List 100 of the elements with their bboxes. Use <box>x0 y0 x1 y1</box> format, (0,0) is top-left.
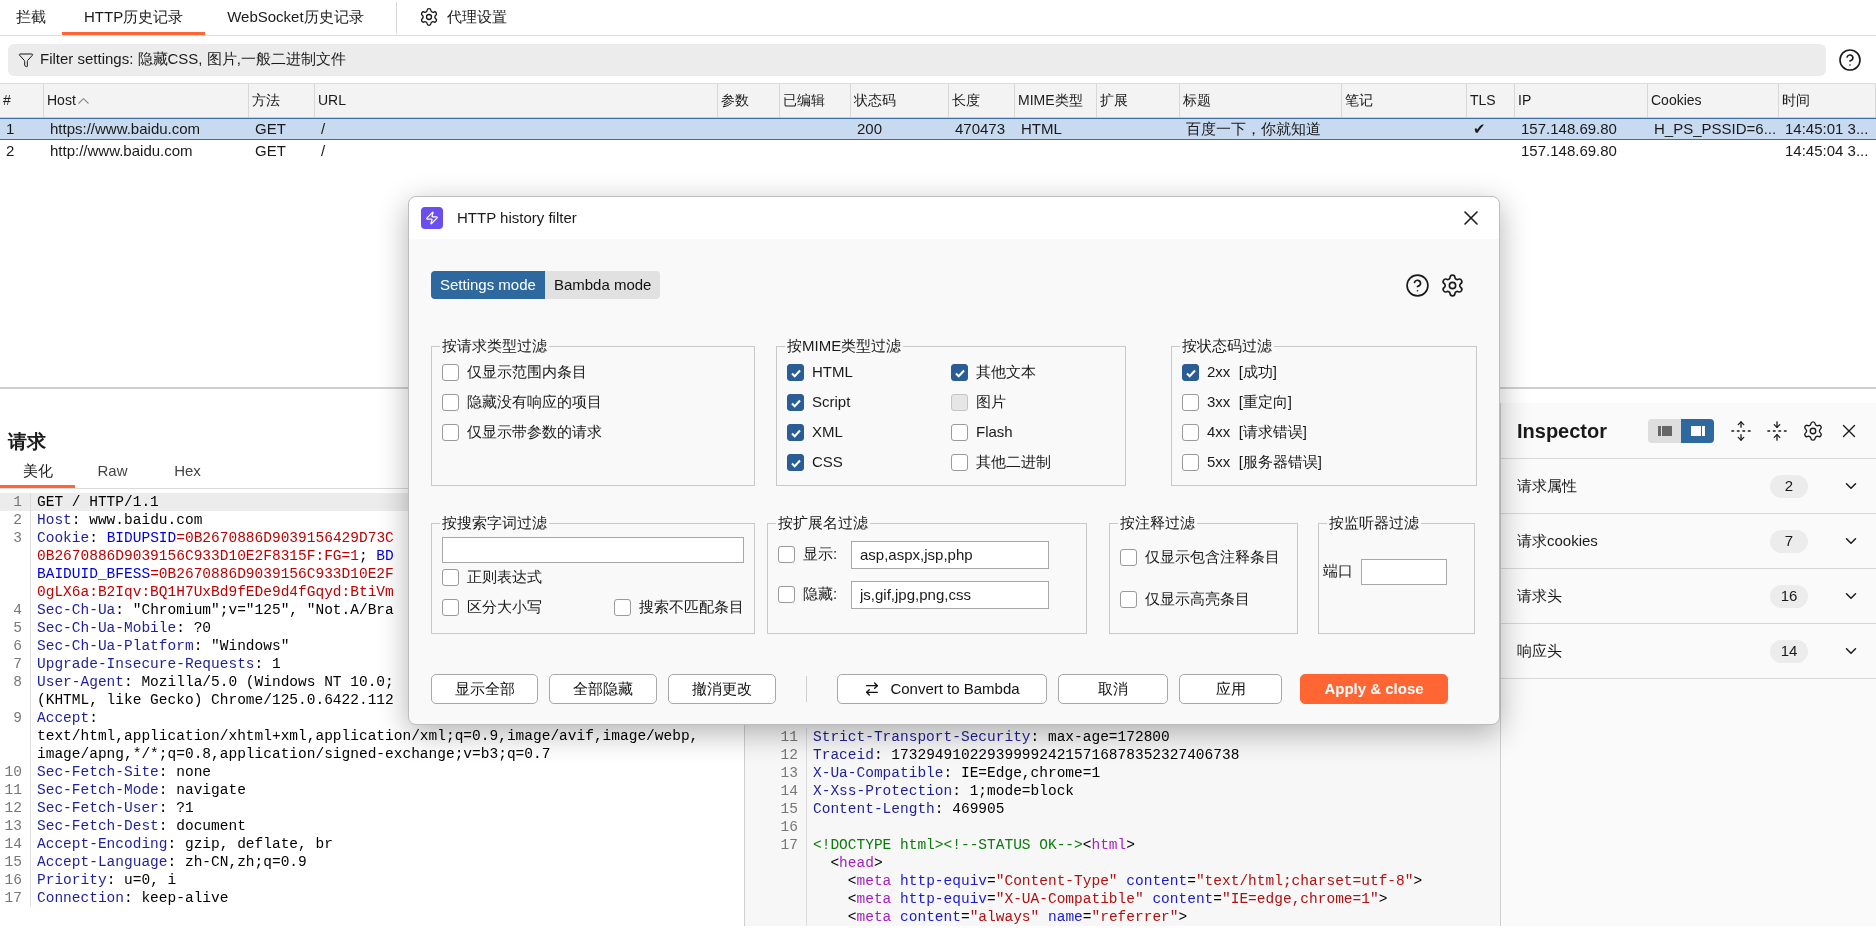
column-header[interactable]: Cookies <box>1648 84 1779 117</box>
inspector-section[interactable]: 请求cookies 7 <box>1501 514 1876 569</box>
mode-tab[interactable]: Settings mode <box>431 271 545 299</box>
column-header[interactable]: 笔记 <box>1342 84 1467 117</box>
table-cell: 200 <box>857 119 883 137</box>
checkbox[interactable] <box>951 424 968 441</box>
checkbox[interactable] <box>442 424 459 441</box>
inspector-section[interactable]: 请求头 16 <box>1501 569 1876 624</box>
table-cell: 2 <box>6 141 15 159</box>
column-header[interactable]: IP <box>1515 84 1648 117</box>
settings-icon[interactable] <box>1440 272 1465 298</box>
code-line: Cookie: BIDUPSID=0B2670886D9039156429D73C <box>37 530 394 546</box>
code-line: Priority: u=0, i <box>37 872 177 888</box>
checkbox[interactable] <box>442 569 459 586</box>
checkbox[interactable] <box>787 394 804 411</box>
checkbox-label: 搜索不匹配条目 <box>639 597 744 618</box>
search-field[interactable] <box>442 536 744 563</box>
checkbox[interactable] <box>614 599 631 616</box>
column-header[interactable]: 标题 <box>1180 84 1342 117</box>
settings-icon[interactable] <box>1802 419 1824 442</box>
dialog-button[interactable]: 取消 <box>1058 674 1168 704</box>
checkbox[interactable] <box>442 364 459 381</box>
layout-toggle[interactable] <box>1648 418 1714 443</box>
tab[interactable]: 美化 <box>0 458 75 488</box>
line-number: 12 <box>780 747 798 763</box>
code-line: Sec-Ch-Ua-Platform: "Windows" <box>37 638 290 654</box>
column-header[interactable]: MIME类型 <box>1015 84 1097 117</box>
help-icon[interactable] <box>1405 272 1430 298</box>
code-line: Content-Length: 469905 <box>813 801 1005 817</box>
code-line: 0B2670886D9039156C933D10E2F8315F:FG=1; BD <box>37 548 394 564</box>
column-header[interactable]: TLS <box>1467 84 1515 117</box>
column-header[interactable]: # <box>0 84 44 117</box>
column-header[interactable]: 长度 <box>949 84 1015 117</box>
line-number: 11 <box>780 729 798 745</box>
tab[interactable]: WebSocket历史记录 <box>205 2 386 35</box>
column-header[interactable]: 扩展 <box>1097 84 1180 117</box>
checkbox[interactable] <box>951 454 968 471</box>
input-field[interactable]: js,gif,jpg,png,css <box>851 580 1049 609</box>
checkbox[interactable] <box>1182 394 1199 411</box>
tab[interactable]: HTTP历史记录 <box>62 2 206 35</box>
checkbox-label: 仅显示带参数的请求 <box>467 422 602 443</box>
port-field[interactable] <box>1361 558 1447 585</box>
checkbox[interactable] <box>442 599 459 616</box>
table-cell: 14:45:04 3... <box>1785 141 1869 159</box>
code-line: Accept: <box>37 710 98 726</box>
dialog-button[interactable]: 撤消更改 <box>668 674 776 704</box>
filter-text: Filter settings: 隐藏CSS, 图片,一般二进制文件 <box>40 49 346 70</box>
inspector-section[interactable]: 响应头 14 <box>1501 624 1876 679</box>
checkbox[interactable] <box>1182 424 1199 441</box>
checkbox-label: 3xx [重定向] <box>1207 392 1292 413</box>
group-title: 按搜索字词过滤 <box>442 514 547 531</box>
dialog-button[interactable]: 全部隐藏 <box>549 674 657 704</box>
dialog-button[interactable]: Convert to Bambda <box>837 674 1047 704</box>
checkbox[interactable] <box>778 586 795 603</box>
input-field[interactable]: asp,aspx,jsp,php <box>851 540 1049 569</box>
dialog-button[interactable]: 应用 <box>1179 674 1282 704</box>
line-number: 15 <box>4 854 22 870</box>
help-icon[interactable] <box>1838 47 1862 72</box>
checkbox-label: 正则表达式 <box>467 567 542 588</box>
table-cell: HTML <box>1021 119 1062 137</box>
tab[interactable]: 代理设置 <box>395 2 529 35</box>
tab[interactable]: 拦截 <box>0 2 62 35</box>
column-header[interactable]: Host <box>44 84 249 117</box>
tab[interactable]: Hex <box>150 458 225 488</box>
table-row[interactable]: 2 http://www.baidu.com GET / 157.148.69.80 14:45:04 3... <box>0 140 1876 162</box>
filter-bar[interactable]: Filter settings: 隐藏CSS, 图片,一般二进制文件 <box>8 43 1826 76</box>
column-header[interactable]: 状态码 <box>851 84 949 117</box>
checkbox-label: 隐藏: <box>803 584 839 605</box>
gear-icon <box>418 7 439 27</box>
checkbox[interactable] <box>951 364 968 381</box>
checkbox[interactable] <box>1120 549 1137 566</box>
checkbox[interactable] <box>442 394 459 411</box>
line-number: 5 <box>13 620 22 636</box>
table-row[interactable]: 1 https://www.baidu.com GET / 200 470473 HTML 百度一下，你就知道 ✔ 157.148.69.80 H_PS_PSSID=6... 14:45:01 3... <box>0 118 1876 140</box>
collapse-all-icon[interactable] <box>1766 419 1788 442</box>
code-line: Strict-Transport-Security: max-age=172800 <box>813 729 1170 745</box>
dialog-button[interactable]: 显示全部 <box>431 674 538 704</box>
checkbox[interactable] <box>778 546 795 563</box>
tab[interactable]: Raw <box>75 458 150 488</box>
line-number: 3 <box>13 530 22 546</box>
group-title: 按MIME类型过滤 <box>787 337 902 354</box>
line-number: 10 <box>4 764 22 780</box>
column-header[interactable]: 时间 <box>1779 84 1876 117</box>
column-header[interactable]: 参数 <box>718 84 780 117</box>
checkbox-label: 2xx [成功] <box>1207 362 1277 383</box>
checkbox[interactable] <box>787 454 804 471</box>
column-header[interactable]: URL <box>315 84 718 117</box>
checkbox[interactable] <box>1120 591 1137 608</box>
count-badge: 2 <box>1770 474 1808 498</box>
column-header[interactable]: 方法 <box>249 84 315 117</box>
inspector-section[interactable]: 请求属性 2 <box>1501 459 1876 514</box>
code-line: Sec-Ch-Ua-Mobile: ?0 <box>37 620 212 636</box>
mode-tab[interactable]: Bambda mode <box>544 271 661 299</box>
column-header[interactable]: 已编辑 <box>780 84 851 117</box>
section-label: 请求cookies <box>1517 530 1598 551</box>
checkbox[interactable] <box>787 424 804 441</box>
expand-all-icon[interactable] <box>1730 419 1752 442</box>
checkbox[interactable] <box>1182 364 1199 381</box>
checkbox[interactable] <box>1182 454 1199 471</box>
checkbox[interactable] <box>787 364 804 381</box>
